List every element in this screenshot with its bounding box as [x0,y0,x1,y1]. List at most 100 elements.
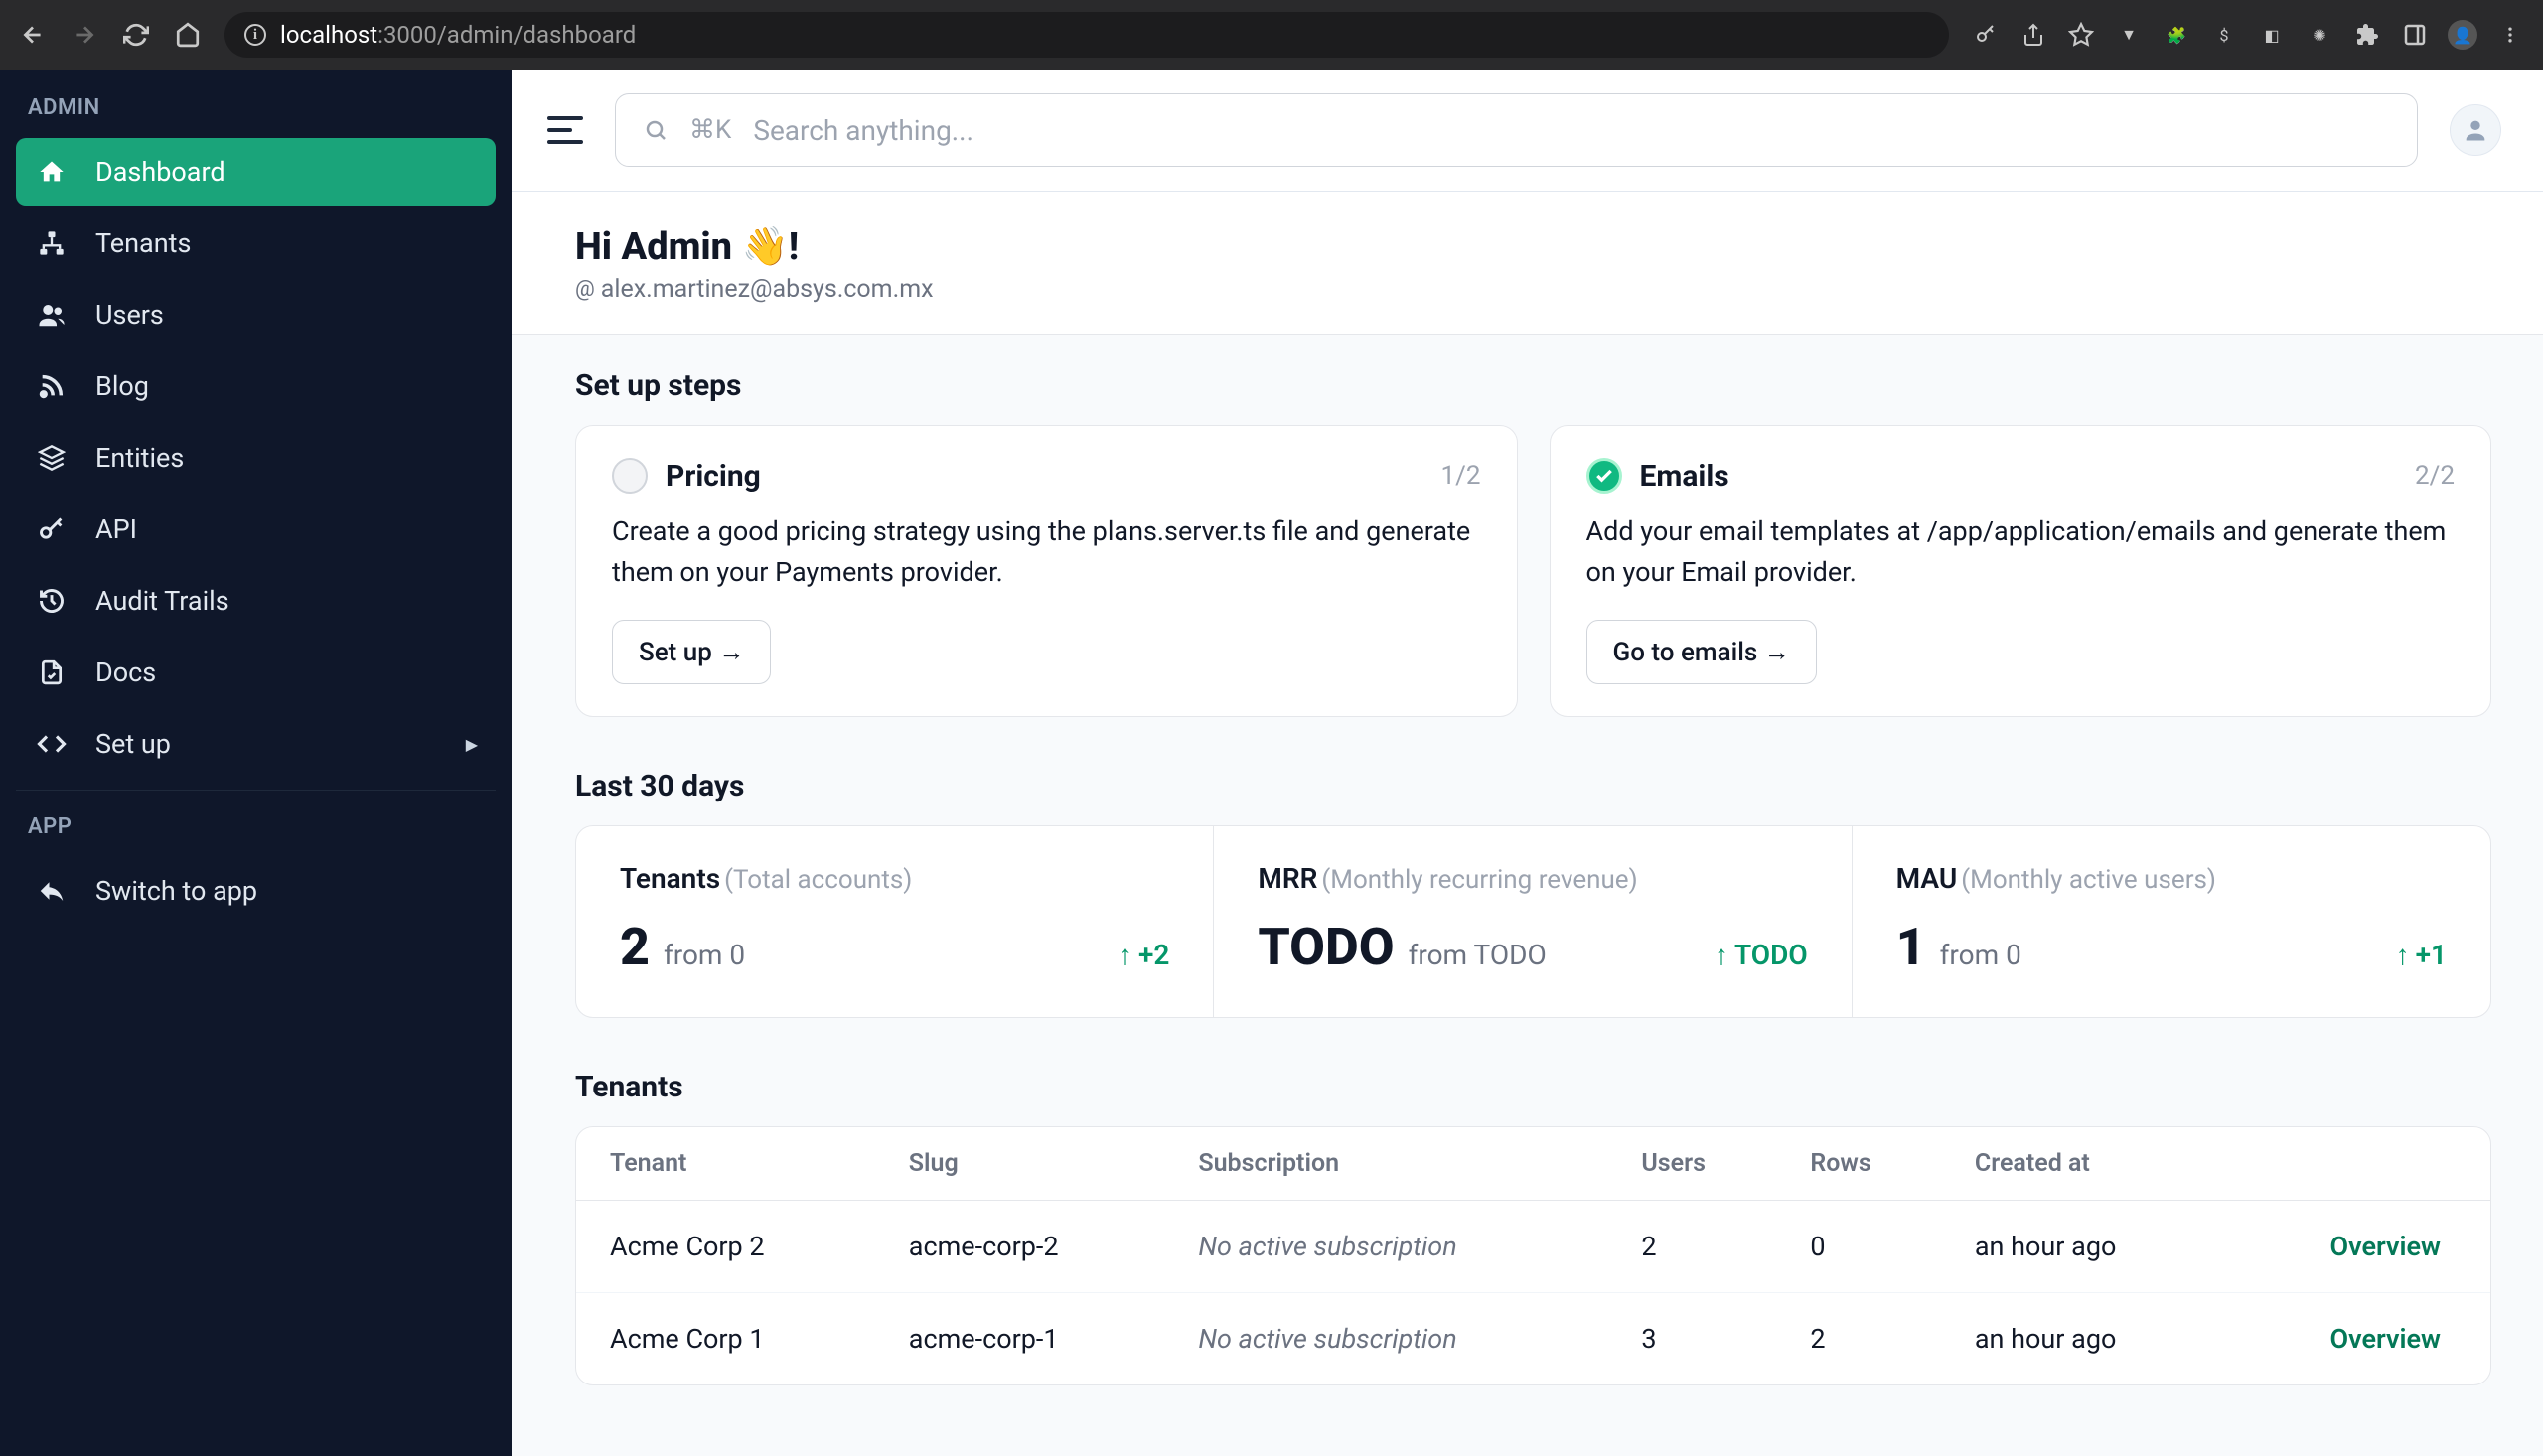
tenants-table: Tenant Slug Subscription Users Rows Crea… [575,1126,2491,1385]
sidebar-item-entities[interactable]: Entities [16,424,496,492]
extension-icon-3[interactable]: $ [2209,20,2239,50]
go-to-emails-button[interactable]: Go to emails → [1586,620,1817,684]
sidebar-item-blog[interactable]: Blog [16,353,496,420]
panel-button[interactable] [2400,20,2430,50]
sidebar-item-label: Dashboard [95,156,225,188]
setup-card-title: Emails [1640,459,2398,494]
col-slug: Slug [881,1127,1171,1201]
page-greeting: Hi Admin 👋! [575,225,2491,269]
sidebar-item-label: Set up [95,728,171,760]
extension-icon-5[interactable]: ✺ [2305,20,2334,50]
sidebar-item-label: Entities [95,442,184,474]
cube-icon [36,442,68,474]
kebab-menu[interactable] [2495,20,2525,50]
browser-chrome: i localhost:3000/admin/dashboard ▼ 🧩 $ ◧… [0,0,2543,70]
setup-card-desc: Create a good pricing strategy using the… [612,511,1481,592]
share-icon[interactable] [2019,20,2048,50]
key-icon[interactable] [1971,20,2001,50]
setup-card-title: Pricing [666,459,1423,494]
key-icon [36,513,68,545]
sidebar-item-label: Tenants [95,227,191,259]
sidebar: ADMIN Dashboard Tenants Users Blog Entit… [0,70,512,1456]
search-icon [644,118,668,142]
extension-icon-1[interactable]: ▼ [2114,20,2144,50]
profile-avatar[interactable]: 👤 [2448,20,2477,50]
reload-button[interactable] [121,20,151,50]
stat-value: TODO [1258,917,1394,977]
overview-link[interactable]: Overview [2225,1201,2490,1293]
site-info-icon[interactable]: i [244,24,266,46]
chevron-right-icon: ▶ [466,735,478,754]
arrow-up-icon: ↑ [1715,939,1728,971]
stat-mrr: MRR (Monthly recurring revenue) TODOfrom… [1214,826,1852,1017]
bookmark-star-icon[interactable] [2066,20,2096,50]
stat-mau: MAU (Monthly active users) 1from 0 ↑+1 [1853,826,2490,1017]
stats-grid: Tenants (Total accounts) 2from 0 ↑+2 MRR… [575,825,2491,1018]
arrow-up-icon: ↑ [2396,939,2410,971]
file-icon [36,656,68,688]
col-created: Created at [1947,1127,2225,1201]
setup-card-emails: Emails 2/2 Add your email templates at /… [1550,425,2492,717]
setup-card-pricing: Pricing 1/2 Create a good pricing strate… [575,425,1518,717]
sidebar-item-switch-to-app[interactable]: Switch to app [16,857,496,925]
extensions-button[interactable] [2352,20,2382,50]
reply-icon [36,875,68,907]
stat-tenants: Tenants (Total accounts) 2from 0 ↑+2 [576,826,1214,1017]
user-avatar-button[interactable] [2450,104,2501,156]
search-shortcut: ⌘K [689,115,731,145]
setup-card-count: 2/2 [2415,461,2455,491]
sidebar-section-admin: ADMIN [16,87,496,138]
sidebar-item-label: Switch to app [95,875,257,907]
sidebar-item-api[interactable]: API [16,496,496,563]
home-button[interactable] [173,20,203,50]
stat-delta: ↑TODO [1715,939,1808,971]
overview-link[interactable]: Overview [2225,1293,2490,1385]
users-icon [36,299,68,331]
setup-status-icon [612,458,648,494]
sidebar-divider [16,790,496,791]
topbar: ⌘K Search anything... [512,70,2543,192]
sidebar-item-dashboard[interactable]: Dashboard [16,138,496,206]
col-users: Users [1613,1127,1782,1201]
sidebar-item-label: Blog [95,370,149,402]
stat-value: 2 [620,917,650,977]
search-input[interactable]: ⌘K Search anything... [615,93,2418,167]
code-icon [36,728,68,760]
setup-status-done-icon [1586,458,1622,494]
url-host: localhost [280,21,377,49]
stat-delta: ↑+1 [2396,939,2447,971]
sidebar-section-app: APP [16,806,496,857]
setup-button[interactable]: Set up → [612,620,771,684]
sidebar-item-setup[interactable]: Set up ▶ [16,710,496,778]
forward-button[interactable] [70,20,99,50]
table-row: Acme Corp 1 acme-corp-1 No active subscr… [576,1293,2490,1385]
col-rows: Rows [1782,1127,1946,1201]
sidebar-item-users[interactable]: Users [16,281,496,349]
stat-delta: ↑+2 [1119,939,1169,971]
back-button[interactable] [18,20,48,50]
stat-value: 1 [1896,917,1926,977]
extension-icon-2[interactable]: 🧩 [2162,20,2191,50]
sitemap-icon [36,227,68,259]
sidebar-item-docs[interactable]: Docs [16,639,496,706]
search-placeholder: Search anything... [753,114,973,147]
sidebar-item-label: API [95,513,137,545]
rss-icon [36,370,68,402]
sidebar-item-tenants[interactable]: Tenants [16,210,496,277]
history-icon [36,585,68,617]
sidebar-item-label: Docs [95,656,156,688]
stats-section-title: Last 30 days [575,769,2491,803]
setup-card-count: 1/2 [1441,461,1481,491]
setup-card-desc: Add your email templates at /app/applica… [1586,511,2456,592]
sidebar-item-audit-trails[interactable]: Audit Trails [16,567,496,635]
extension-icon-4[interactable]: ◧ [2257,20,2287,50]
setup-section-title: Set up steps [575,368,2491,403]
menu-toggle-button[interactable] [547,116,583,144]
url-bar[interactable]: i localhost:3000/admin/dashboard [224,12,1949,58]
table-header-row: Tenant Slug Subscription Users Rows Crea… [576,1127,2490,1201]
sidebar-item-label: Audit Trails [95,585,229,617]
col-subscription: Subscription [1170,1127,1613,1201]
user-email: @alex.martinez@absys.com.mx [575,275,2491,304]
table-row: Acme Corp 2 acme-corp-2 No active subscr… [576,1201,2490,1293]
home-icon [36,156,68,188]
